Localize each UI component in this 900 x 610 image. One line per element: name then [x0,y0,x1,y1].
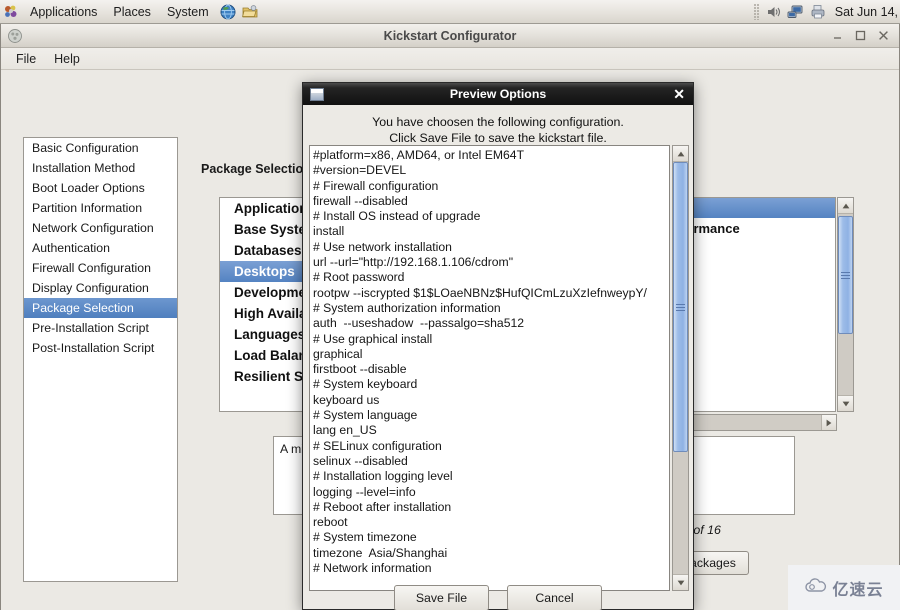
app-window-title: Kickstart Configurator [383,28,517,43]
scroll-up-icon[interactable] [673,146,688,162]
scrollbar-trough[interactable] [838,214,853,395]
volume-icon[interactable] [763,1,785,23]
thumb-grip [676,303,685,311]
scrollbar-thumb[interactable] [673,162,688,452]
top-panel: Applications Places System Sat Jun 14, [0,0,900,24]
sidebar-item-firewall-configuration[interactable]: Firewall Configuration [24,258,177,278]
dialog-titlebar[interactable]: Preview Options ✕ [303,83,693,105]
panel-right-section: Sat Jun 14, [751,0,900,24]
panel-menu-system[interactable]: System [159,0,217,24]
sidebar-item-authentication[interactable]: Authentication [24,238,177,258]
screen: Applications Places System Sat Jun 14, K… [0,0,900,610]
preview-area: #platform=x86, AMD64, or Intel EM64T #ve… [309,145,689,591]
window-icon [310,87,324,101]
cloud-icon [804,578,828,597]
menu-help[interactable]: Help [45,50,89,68]
panel-grip [753,3,760,20]
close-icon[interactable] [878,30,889,41]
sidebar-item-pre-installation-script[interactable]: Pre-Installation Script [24,318,177,338]
dialog-title: Preview Options [449,87,547,101]
app-menubar: File Help [1,48,899,70]
network-icon[interactable] [785,1,807,23]
scrollbar-trough[interactable] [673,162,688,574]
configuration-sidebar[interactable]: Basic Configuration Installation Method … [23,137,178,582]
gnome-foot-icon[interactable] [0,1,22,23]
watermark: 亿速云 [788,565,900,610]
thumb-grip [841,271,850,279]
web-browser-icon[interactable] [217,1,239,23]
dialog-button-row: Save File Cancel [303,585,693,610]
minimize-icon[interactable] [832,30,843,41]
cancel-button[interactable]: Cancel [507,585,602,610]
app-titlebar[interactable]: Kickstart Configurator [1,24,899,48]
close-icon[interactable]: ✕ [673,87,685,101]
watermark-text: 亿速云 [832,581,884,599]
panel-menu-applications[interactable]: Applications [22,0,105,24]
sidebar-item-partition-information[interactable]: Partition Information [24,198,177,218]
save-file-button[interactable]: Save File [394,585,489,610]
menu-file[interactable]: File [7,50,45,68]
dialog-message-line2: Click Save File to save the kickstart fi… [389,131,607,145]
page-title: Package Selection [201,162,311,176]
dialog-message-line1: You have choosen the following configura… [372,115,624,129]
panel-menu-places[interactable]: Places [105,0,159,24]
scroll-up-icon[interactable] [838,198,853,214]
printer-icon[interactable] [807,1,829,23]
package-detail-scrollbar[interactable] [837,197,854,412]
sidebar-item-display-configuration[interactable]: Display Configuration [24,278,177,298]
kickstart-icon [6,27,24,45]
preview-options-dialog: Preview Options ✕ You have choosen the f… [302,82,694,610]
sidebar-item-network-configuration[interactable]: Network Configuration [24,218,177,238]
sidebar-item-installation-method[interactable]: Installation Method [24,158,177,178]
panel-left-section: Applications Places System [0,0,261,24]
sidebar-item-basic-configuration[interactable]: Basic Configuration [24,138,177,158]
scroll-right-icon[interactable] [821,415,836,430]
window-controls [832,30,899,41]
panel-clock[interactable]: Sat Jun 14, [829,5,898,19]
maximize-icon[interactable] [855,30,866,41]
sidebar-item-package-selection[interactable]: Package Selection [24,298,177,318]
scrollbar-thumb[interactable] [838,216,853,334]
preview-scrollbar[interactable] [672,145,689,591]
sidebar-item-post-installation-script[interactable]: Post-Installation Script [24,338,177,358]
sidebar-item-boot-loader-options[interactable]: Boot Loader Options [24,178,177,198]
file-manager-icon[interactable] [239,1,261,23]
kickstart-preview-textarea[interactable]: #platform=x86, AMD64, or Intel EM64T #ve… [309,145,670,591]
scroll-down-icon[interactable] [838,395,853,411]
